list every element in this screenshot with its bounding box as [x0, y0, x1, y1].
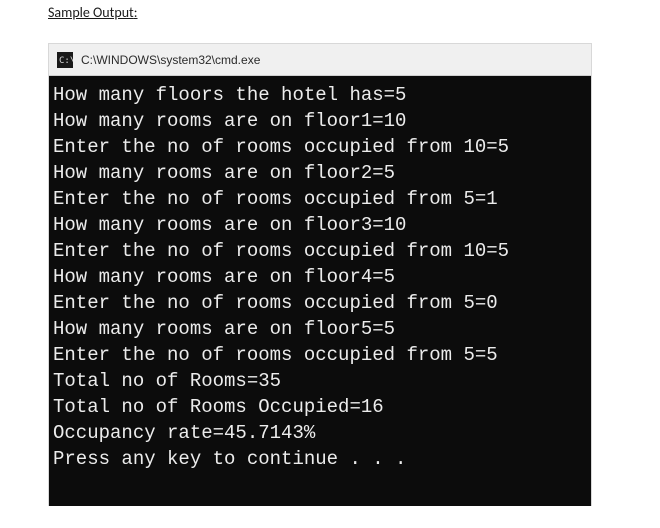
- sample-output-label: Sample Output:: [0, 0, 660, 21]
- terminal-line: How many floors the hotel has=5: [53, 82, 587, 108]
- terminal-line: How many rooms are on floor3=10: [53, 212, 587, 238]
- window-titlebar: C:\ C:\WINDOWS\system32\cmd.exe: [49, 44, 591, 76]
- terminal-line: How many rooms are on floor2=5: [53, 160, 587, 186]
- terminal-line: Enter the no of rooms occupied from 5=5: [53, 342, 587, 368]
- sample-output-label-colon: :: [134, 4, 138, 21]
- terminal-line: Enter the no of rooms occupied from 5=0: [53, 290, 587, 316]
- terminal-line: Enter the no of rooms occupied from 10=5: [53, 134, 587, 160]
- terminal-line: Total no of Rooms Occupied=16: [53, 394, 587, 420]
- terminal-line: Enter the no of rooms occupied from 10=5: [53, 238, 587, 264]
- cmd-window: C:\ C:\WINDOWS\system32\cmd.exe How many…: [48, 43, 592, 506]
- terminal-line: Total no of Rooms=35: [53, 368, 587, 394]
- sample-output-label-text: Sample Output: [48, 4, 134, 21]
- window-title: C:\WINDOWS\system32\cmd.exe: [81, 53, 260, 67]
- terminal-line: How many rooms are on floor1=10: [53, 108, 587, 134]
- terminal-line: Enter the no of rooms occupied from 5=1: [53, 186, 587, 212]
- terminal-line: Press any key to continue . . .: [53, 446, 587, 472]
- svg-text:C:\: C:\: [59, 56, 73, 66]
- terminal-line: How many rooms are on floor4=5: [53, 264, 587, 290]
- terminal-output[interactable]: How many floors the hotel has=5How many …: [49, 76, 591, 506]
- cmd-icon: C:\: [57, 52, 73, 68]
- terminal-line: Occupancy rate=45.7143%: [53, 420, 587, 446]
- terminal-line: How many rooms are on floor5=5: [53, 316, 587, 342]
